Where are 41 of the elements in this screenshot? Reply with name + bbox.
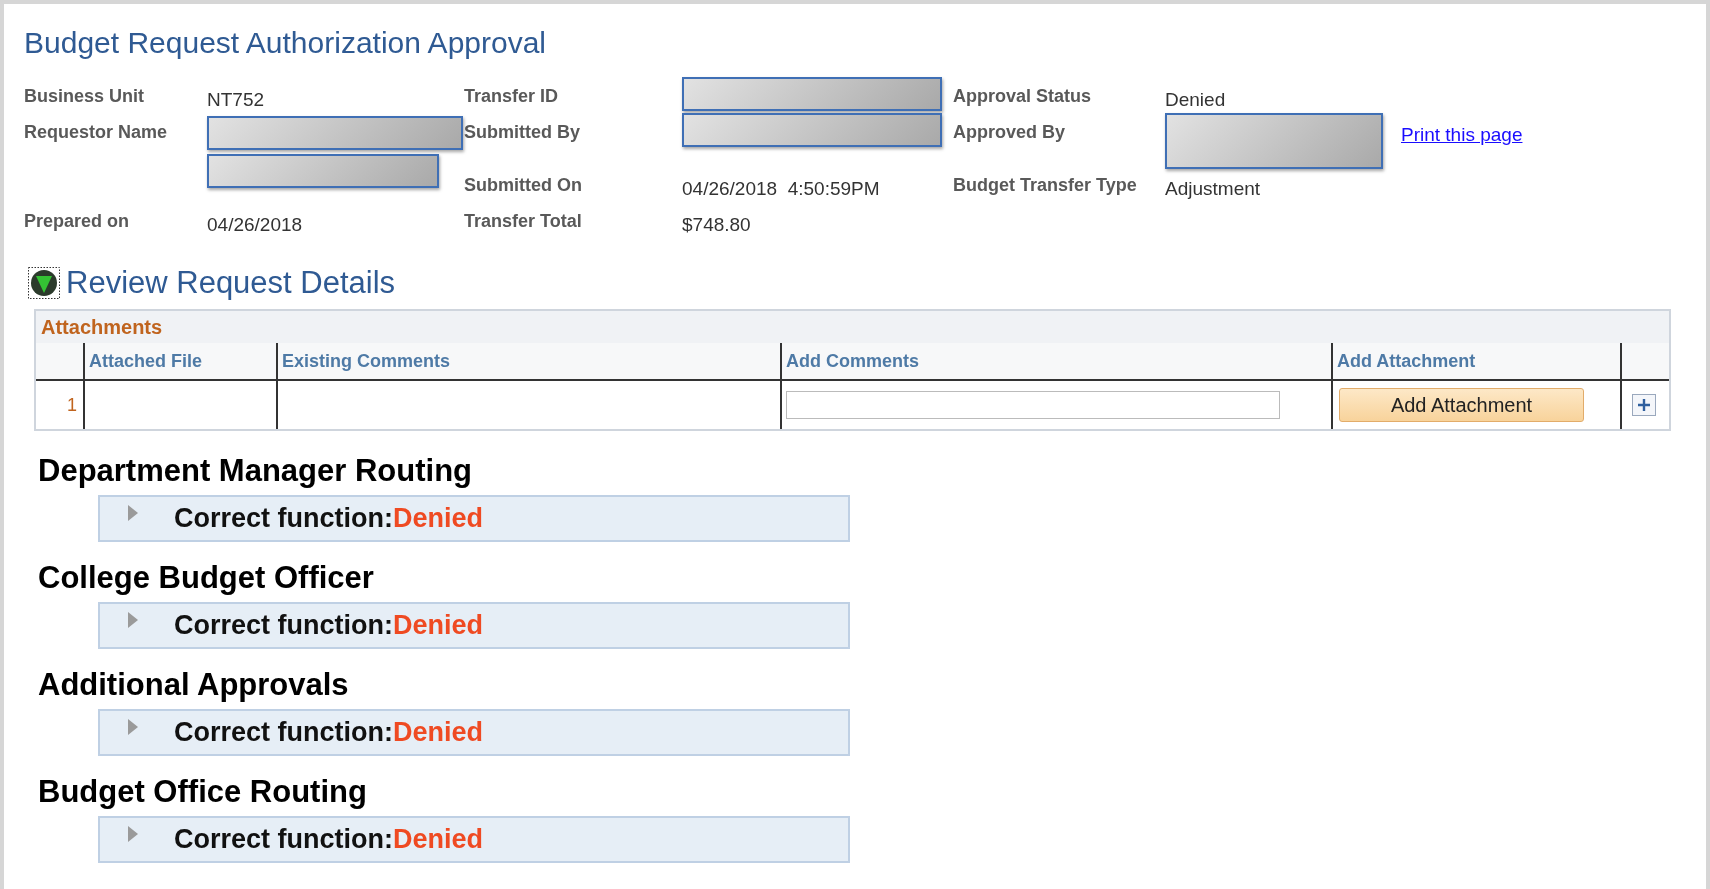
column-header: Add Comments [786,350,919,372]
field-label: Submitted On [464,175,582,195]
print-link[interactable]: Print this page [1401,124,1523,146]
column-header: Attached File [89,350,203,372]
status-text: Correct function:Denied [174,610,484,641]
field-value: NT752 [207,89,266,111]
status-text: Correct function:Denied [174,503,484,534]
field-label: Requestor Name [24,122,168,142]
row-number: 1 [67,394,77,416]
comment-field[interactable] [786,391,1280,419]
field-label: Transfer ID [464,86,559,106]
field-label: Prepared on [24,211,130,231]
collapse-icon[interactable] [28,267,60,299]
field-label: Business Unit [24,86,145,106]
add-row-icon[interactable] [1632,394,1656,416]
routing-heading: College Budget Officer [38,560,375,596]
routing-bar[interactable]: Correct function:Denied [98,495,850,542]
grid-title: Attachments [41,315,163,339]
status-text: Correct function:Denied [174,717,484,748]
field-label: Approval Status [953,86,1092,106]
field-label: Budget Transfer Type [953,175,1137,195]
add-attachment-button[interactable]: Add Attachment [1339,388,1584,422]
field-value: $748.80 [682,214,752,236]
field-label: Transfer Total [464,211,582,231]
routing-heading: Additional Approvals [38,667,350,703]
field-value: 04/26/2018 [207,214,304,236]
field-value: Denied [1165,89,1227,111]
routing-bar[interactable]: Correct function:Denied [98,816,850,863]
page-title: Budget Request Authorization Approval [24,26,548,60]
routing-heading: Budget Office Routing [38,774,368,810]
field-label: Submitted By [464,122,580,142]
column-header: Existing Comments [282,350,451,372]
section-title: Review Request Details [66,265,396,301]
field-label: Approved By [953,122,1066,142]
field-value: 04/26/2018 4:50:59PM [682,178,881,200]
routing-heading: Department Manager Routing [38,453,474,489]
status-text: Correct function:Denied [174,824,484,855]
field-value: Adjustment [1165,178,1262,200]
column-header: Add Attachment [1337,350,1476,372]
routing-bar[interactable]: Correct function:Denied [98,602,850,649]
routing-bar[interactable]: Correct function:Denied [98,709,850,756]
